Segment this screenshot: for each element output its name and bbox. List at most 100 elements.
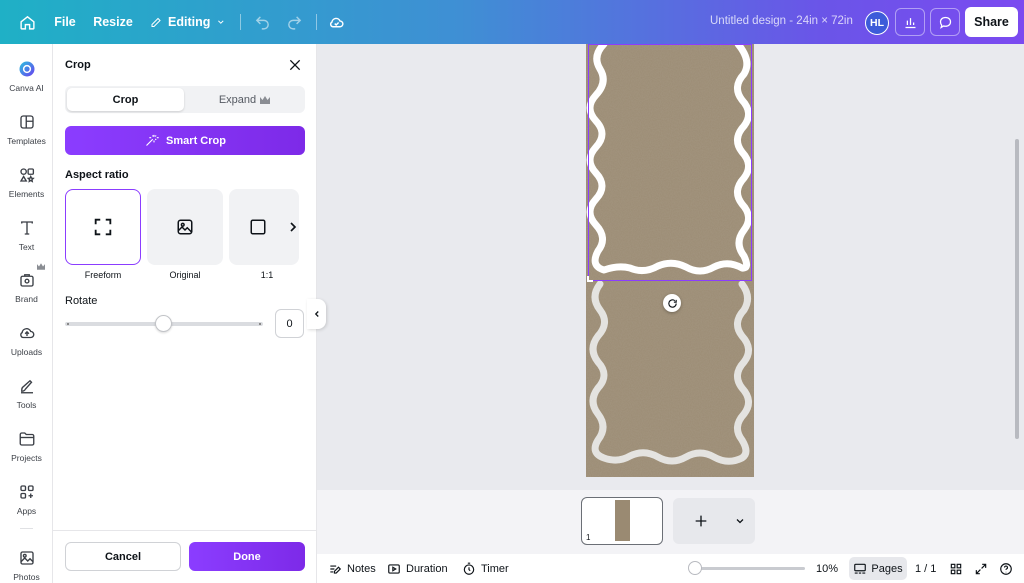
rail-item-templates[interactable]: Templates bbox=[0, 113, 53, 146]
zoom-slider-track[interactable] bbox=[692, 567, 805, 570]
bottom-bar: Notes Duration Timer 10% Pages 1 / 1 bbox=[317, 554, 1024, 583]
rail-divider bbox=[20, 528, 33, 529]
smart-crop-button[interactable]: Smart Crop bbox=[65, 126, 305, 155]
panel-title: Crop bbox=[65, 59, 91, 71]
rail-item-projects[interactable]: Projects bbox=[0, 430, 53, 463]
brand-icon bbox=[19, 274, 34, 287]
templates-icon bbox=[19, 115, 34, 129]
rotate-handle[interactable] bbox=[663, 294, 681, 312]
grid-icon bbox=[950, 563, 962, 574]
photos-icon bbox=[19, 551, 34, 565]
help-button[interactable] bbox=[999, 560, 1013, 577]
fullscreen-button[interactable] bbox=[974, 560, 988, 577]
zoom-slider-thumb[interactable] bbox=[688, 561, 702, 575]
timer-button[interactable]: Timer bbox=[462, 560, 509, 577]
cancel-button[interactable]: Cancel bbox=[65, 542, 181, 571]
rail-label: Canva AI bbox=[9, 83, 44, 93]
plus-icon bbox=[695, 515, 707, 527]
rotate-slider-thumb[interactable] bbox=[155, 315, 172, 332]
elements-icon bbox=[19, 168, 35, 183]
tab-expand[interactable]: Expand bbox=[186, 88, 303, 111]
smart-crop-label: Smart Crop bbox=[166, 134, 226, 147]
ratio-label-square: 1:1 bbox=[260, 270, 274, 280]
chevron-right-icon[interactable] bbox=[285, 219, 301, 235]
toolbar-divider bbox=[316, 14, 317, 30]
notes-label: Notes bbox=[347, 562, 376, 575]
done-button[interactable]: Done bbox=[189, 542, 305, 571]
aspect-ratio-heading: Aspect ratio bbox=[65, 169, 129, 181]
file-menu-button[interactable]: File bbox=[54, 8, 76, 36]
ratio-freeform[interactable] bbox=[65, 189, 141, 265]
text-icon bbox=[20, 221, 33, 235]
canvas-area[interactable] bbox=[317, 44, 1024, 490]
resize-button[interactable]: Resize bbox=[93, 8, 133, 36]
rail-item-uploads[interactable]: Uploads bbox=[0, 324, 53, 357]
rail-item-tools[interactable]: Tools bbox=[0, 377, 53, 410]
canva-ai-icon bbox=[19, 61, 34, 77]
rail-item-elements[interactable]: Elements bbox=[0, 166, 53, 199]
rail-label: Templates bbox=[7, 136, 46, 146]
tools-icon bbox=[20, 379, 33, 394]
duration-icon bbox=[388, 563, 400, 574]
cloud-saved-icon[interactable] bbox=[326, 8, 346, 36]
notes-button[interactable]: Notes bbox=[328, 560, 376, 577]
freeform-crop-icon bbox=[94, 218, 112, 236]
rail-item-brand[interactable]: Brand bbox=[0, 271, 53, 304]
rotate-icon bbox=[667, 298, 677, 308]
crop-panel: Crop Crop Expand Smart Crop Aspect ratio… bbox=[53, 44, 317, 583]
chevron-down-icon[interactable] bbox=[734, 515, 746, 527]
page-thumbnail[interactable]: 1 bbox=[581, 497, 663, 545]
bar-chart-icon bbox=[905, 17, 915, 28]
canvas-scrollbar[interactable] bbox=[1015, 139, 1019, 439]
timer-icon bbox=[463, 562, 475, 575]
tab-expand-label: Expand bbox=[218, 93, 257, 106]
editing-mode-button[interactable]: Editing bbox=[150, 8, 226, 36]
pages-strip: 1 bbox=[317, 490, 1024, 554]
crown-icon bbox=[260, 95, 271, 104]
insights-button[interactable] bbox=[895, 8, 925, 36]
rail-item-photos[interactable]: Photos bbox=[0, 549, 53, 582]
home-icon[interactable] bbox=[14, 8, 40, 36]
pencil-icon bbox=[151, 17, 161, 27]
ratio-label-freeform: Freeform bbox=[84, 270, 122, 280]
rail-label: Photos bbox=[13, 572, 40, 582]
rail-label: Brand bbox=[15, 294, 38, 304]
pages-button[interactable]: Pages bbox=[849, 557, 907, 580]
add-page-button[interactable] bbox=[673, 498, 755, 544]
crop-handle[interactable] bbox=[587, 276, 593, 282]
close-icon[interactable] bbox=[287, 57, 303, 73]
rail-item-text[interactable]: Text bbox=[0, 219, 53, 252]
ratio-label-original: Original bbox=[169, 270, 201, 280]
expand-icon bbox=[975, 563, 987, 574]
tab-crop[interactable]: Crop bbox=[67, 88, 184, 111]
grid-view-button[interactable] bbox=[949, 560, 963, 577]
crop-selection-box[interactable] bbox=[588, 44, 752, 281]
rail-item-canva-ai[interactable]: Canva AI bbox=[0, 60, 53, 93]
crop-expand-tabs: Crop Expand bbox=[65, 86, 305, 113]
rail-label: Tools bbox=[16, 400, 37, 410]
redo-icon[interactable] bbox=[284, 8, 304, 36]
rail-label: Elements bbox=[8, 189, 45, 199]
duration-label: Duration bbox=[406, 562, 448, 575]
ratio-original[interactable] bbox=[147, 189, 223, 265]
uploads-icon bbox=[19, 328, 34, 339]
share-button[interactable]: Share bbox=[965, 7, 1018, 37]
rail-label: Projects bbox=[11, 453, 42, 463]
chevron-left-icon bbox=[314, 311, 319, 317]
rotate-value-input[interactable]: 0 bbox=[275, 309, 304, 338]
comment-icon bbox=[939, 16, 951, 29]
crown-icon bbox=[37, 263, 45, 270]
duration-button[interactable]: Duration bbox=[387, 560, 448, 577]
design-title[interactable]: Untitled design - 24in × 72in bbox=[710, 15, 853, 27]
collapse-panel-button[interactable] bbox=[307, 299, 326, 329]
comments-button[interactable] bbox=[930, 8, 960, 36]
avatar[interactable]: HL bbox=[865, 11, 889, 35]
rail-label: Uploads bbox=[10, 347, 43, 357]
chevron-down-icon bbox=[218, 20, 224, 24]
folder-icon bbox=[19, 432, 34, 446]
rail-item-apps[interactable]: Apps bbox=[0, 483, 53, 516]
zoom-value[interactable]: 10% bbox=[816, 560, 838, 577]
undo-icon[interactable] bbox=[252, 8, 272, 36]
timer-label: Timer bbox=[481, 562, 509, 575]
page-thumbnail-number: 1 bbox=[586, 533, 591, 542]
